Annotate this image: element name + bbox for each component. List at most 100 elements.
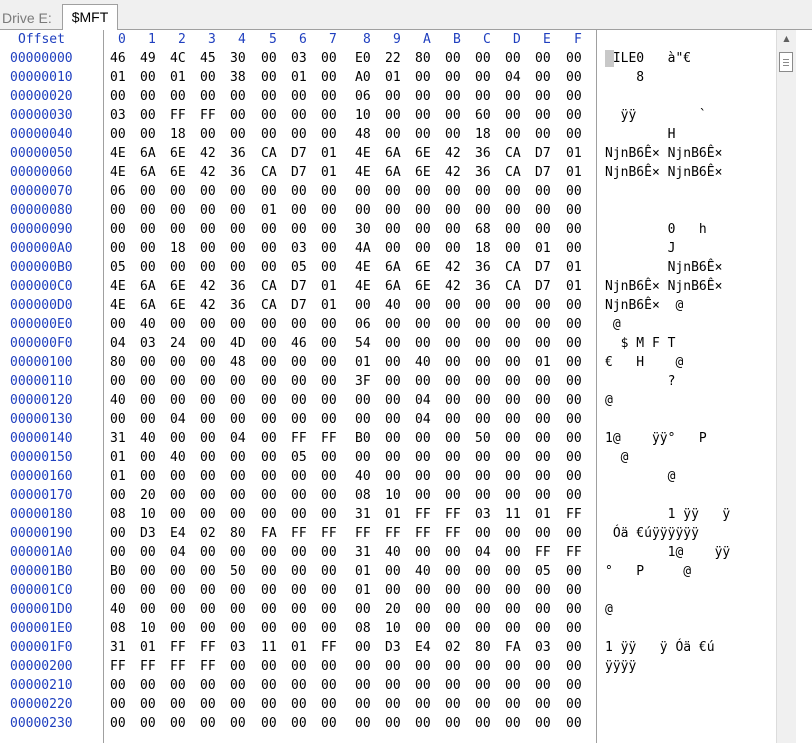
hex-byte[interactable]: 00: [200, 714, 216, 733]
hex-byte[interactable]: 00: [261, 581, 277, 600]
hex-byte[interactable]: 06: [355, 315, 371, 334]
hex-byte[interactable]: 00: [535, 657, 551, 676]
hex-byte[interactable]: 18: [170, 239, 186, 258]
hex-byte[interactable]: 36: [230, 277, 246, 296]
hex-byte[interactable]: FF: [200, 638, 216, 657]
hex-byte[interactable]: 00: [110, 524, 126, 543]
hex-byte[interactable]: 00: [475, 581, 491, 600]
hex-byte[interactable]: 00: [505, 125, 521, 144]
hex-byte[interactable]: 03: [230, 638, 246, 657]
hex-byte[interactable]: 00: [535, 524, 551, 543]
hex-byte[interactable]: 00: [445, 695, 461, 714]
hex-byte[interactable]: 6E: [170, 163, 186, 182]
hex-byte[interactable]: 00: [230, 87, 246, 106]
hex-byte[interactable]: FF: [566, 505, 582, 524]
hex-byte[interactable]: 03: [535, 638, 551, 657]
hex-byte[interactable]: 00: [566, 182, 582, 201]
hex-byte[interactable]: 00: [170, 600, 186, 619]
hex-byte[interactable]: 30: [230, 49, 246, 68]
hex-byte[interactable]: 00: [566, 562, 582, 581]
hex-byte[interactable]: 00: [566, 239, 582, 258]
hex-byte[interactable]: 00: [475, 467, 491, 486]
hex-byte[interactable]: 42: [445, 163, 461, 182]
hex-byte[interactable]: 00: [261, 182, 277, 201]
hex-byte[interactable]: 00: [566, 524, 582, 543]
hex-byte[interactable]: 00: [445, 87, 461, 106]
hex-byte[interactable]: 00: [535, 448, 551, 467]
hex-byte[interactable]: 00: [385, 429, 401, 448]
vertical-scrollbar[interactable]: ▲: [776, 30, 796, 743]
hex-byte[interactable]: 03: [291, 49, 307, 68]
hex-byte[interactable]: 22: [385, 49, 401, 68]
hex-byte[interactable]: 00: [415, 106, 431, 125]
hex-byte[interactable]: 00: [475, 714, 491, 733]
hex-byte[interactable]: 00: [140, 353, 156, 372]
hex-byte[interactable]: 00: [566, 391, 582, 410]
hex-byte[interactable]: 00: [140, 676, 156, 695]
hex-byte[interactable]: 00: [445, 68, 461, 87]
hex-byte[interactable]: 4E: [355, 277, 371, 296]
hex-byte[interactable]: 4E: [355, 144, 371, 163]
ascii-text[interactable]: 1@ ÿÿ: [605, 543, 731, 562]
ascii-text[interactable]: NjnB6Ê× NjnB6Ê×: [605, 163, 722, 182]
hex-byte[interactable]: 00: [200, 391, 216, 410]
hex-byte[interactable]: 00: [261, 486, 277, 505]
hex-byte[interactable]: FF: [415, 524, 431, 543]
hex-byte[interactable]: 00: [170, 581, 186, 600]
hex-byte[interactable]: D7: [291, 144, 307, 163]
hex-byte[interactable]: 00: [445, 182, 461, 201]
hex-byte[interactable]: 00: [261, 315, 277, 334]
hex-byte[interactable]: 04: [415, 391, 431, 410]
hex-byte[interactable]: 45: [200, 49, 216, 68]
hex-byte[interactable]: 00: [140, 125, 156, 144]
hex-byte[interactable]: 00: [445, 714, 461, 733]
hex-byte[interactable]: 6A: [140, 144, 156, 163]
hex-byte[interactable]: 00: [355, 638, 371, 657]
ascii-text[interactable]: 8: [605, 68, 644, 87]
hex-byte[interactable]: 11: [261, 638, 277, 657]
hex-byte[interactable]: 00: [140, 581, 156, 600]
hex-byte[interactable]: 00: [321, 87, 337, 106]
hex-byte[interactable]: 80: [415, 49, 431, 68]
hex-byte[interactable]: 00: [535, 619, 551, 638]
hex-byte[interactable]: 00: [355, 714, 371, 733]
ascii-text[interactable]: J: [605, 239, 676, 258]
hex-byte[interactable]: 10: [385, 619, 401, 638]
hex-byte[interactable]: 00: [415, 543, 431, 562]
hex-byte[interactable]: 4E: [355, 163, 371, 182]
hex-byte[interactable]: 00: [505, 182, 521, 201]
hex-byte[interactable]: FF: [566, 543, 582, 562]
hex-byte[interactable]: B0: [355, 429, 371, 448]
hex-byte[interactable]: 00: [415, 581, 431, 600]
hex-byte[interactable]: FF: [415, 505, 431, 524]
hex-byte[interactable]: 00: [535, 220, 551, 239]
hex-byte[interactable]: 00: [291, 505, 307, 524]
hex-byte[interactable]: 00: [140, 448, 156, 467]
hex-byte[interactable]: 00: [200, 467, 216, 486]
hex-byte[interactable]: 4C: [170, 49, 186, 68]
hex-byte[interactable]: 00: [535, 315, 551, 334]
hex-byte[interactable]: 00: [355, 182, 371, 201]
hex-byte[interactable]: 40: [110, 391, 126, 410]
hex-byte[interactable]: A0: [355, 68, 371, 87]
hex-byte[interactable]: 00: [415, 619, 431, 638]
hex-byte[interactable]: 00: [535, 296, 551, 315]
hex-byte[interactable]: 00: [261, 239, 277, 258]
hex-byte[interactable]: 00: [566, 714, 582, 733]
hex-byte[interactable]: 00: [535, 486, 551, 505]
hex-byte[interactable]: 00: [505, 391, 521, 410]
hex-byte[interactable]: 00: [566, 410, 582, 429]
hex-byte[interactable]: 01: [140, 638, 156, 657]
hex-byte[interactable]: 00: [355, 410, 371, 429]
hex-byte[interactable]: 46: [110, 49, 126, 68]
hex-byte[interactable]: 49: [140, 49, 156, 68]
hex-byte[interactable]: 00: [291, 410, 307, 429]
hex-byte[interactable]: 00: [415, 296, 431, 315]
hex-byte[interactable]: FF: [445, 524, 461, 543]
hex-byte[interactable]: CA: [505, 258, 521, 277]
hex-byte[interactable]: 00: [200, 562, 216, 581]
hex-byte[interactable]: 00: [505, 600, 521, 619]
hex-byte[interactable]: 00: [385, 125, 401, 144]
hex-byte[interactable]: 00: [110, 125, 126, 144]
hex-byte[interactable]: 50: [475, 429, 491, 448]
